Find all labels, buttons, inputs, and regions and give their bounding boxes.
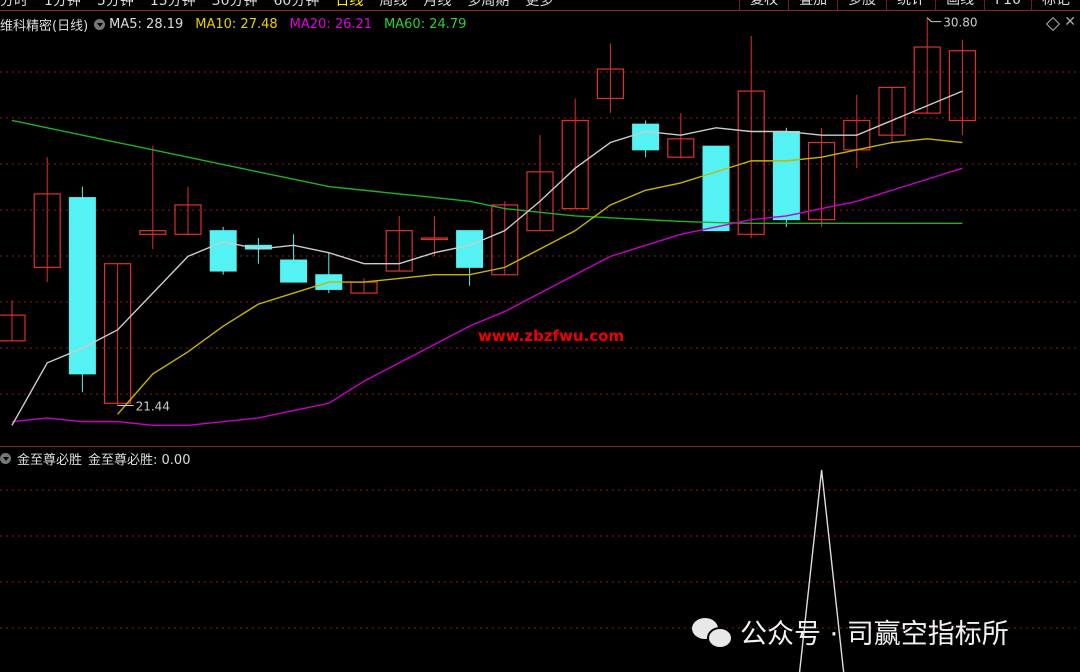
kline-chart: 30.80 21.44 www.zbzfwu.com [0,16,1080,672]
price-annotations-group: 30.80 21.44 [117,16,978,413]
candles-group [0,17,977,406]
candle-body-down [456,230,484,268]
footer-watermark: 公众号 · 司赢空指标所 [692,612,1009,651]
footer-watermark-text: 公众号 · 司赢空指标所 [740,619,1009,650]
indicator-legend: 金至尊必胜 金至尊必胜: 0.00 [0,448,196,468]
candle-body-down [280,259,308,283]
low-price-label: 21.44 [136,399,170,413]
candle-body-down [702,145,730,232]
panel-divider [0,446,1080,447]
ma5-line [11,90,963,426]
indicator-name: 金至尊必胜 [17,452,83,468]
ma60-line [11,119,963,225]
site-watermark: www.zbzfwu.com [478,327,624,345]
indicator-value: 金至尊必胜: 0.00 [88,452,191,468]
indicator-dropdown-icon[interactable] [0,452,11,464]
high-price-label: 30.80 [943,16,977,30]
candle-body-down [772,130,800,221]
candle-body-down [632,123,660,151]
candle-body-down [209,230,237,272]
moving-averages-group [11,90,963,427]
wechat-icon [692,616,733,649]
high-pointer [926,17,942,23]
ma20-line [11,167,963,427]
